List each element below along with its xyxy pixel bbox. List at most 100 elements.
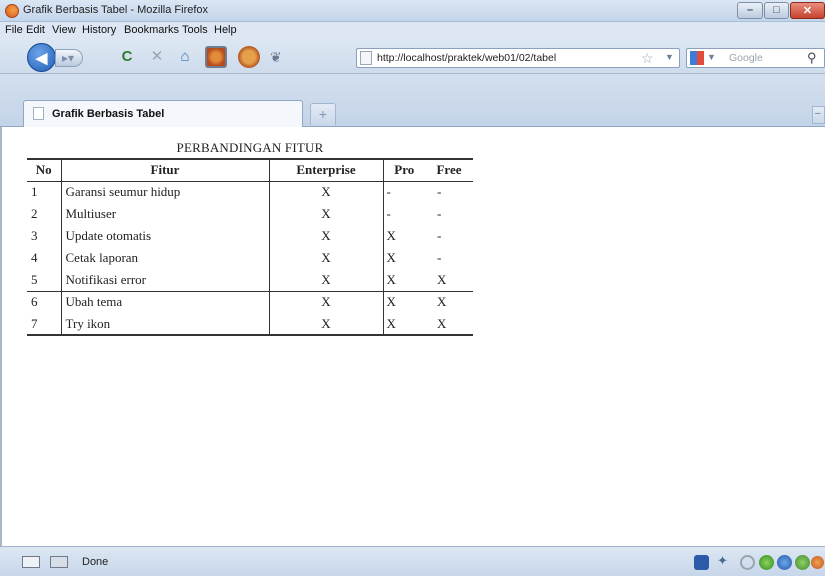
search-bar[interactable]: ▼ Google ⚲ (686, 48, 825, 68)
tab-scroll-button[interactable]: – (812, 106, 825, 124)
search-icon[interactable]: ⚲ (807, 50, 817, 66)
url-text[interactable]: http://localhost/praktek/web01/02/tabel (377, 52, 639, 64)
back-button[interactable]: ◀ (27, 43, 56, 72)
menu-view[interactable]: View (52, 24, 76, 36)
minimize-icon: – (746, 4, 754, 16)
minimize-button[interactable]: – (737, 2, 763, 19)
search-engine-icon[interactable] (690, 51, 704, 65)
table-row: 2 Multiuser X - - (27, 203, 473, 225)
cell-no: 3 (31, 228, 38, 243)
table-row: 7 Try ikon X X X (27, 313, 473, 335)
cell-enterprise: X (268, 291, 384, 313)
cell-enterprise: X (268, 203, 384, 225)
cell-fitur: Try ikon (60, 313, 269, 335)
table-header-row: No Fitur Enterprise Pro Free (27, 159, 473, 181)
cell-enterprise: X (268, 225, 384, 247)
back-arrow-icon: ◀ (35, 50, 48, 67)
cell-free: - (437, 184, 442, 200)
firefox-tray-icon[interactable] (811, 556, 824, 569)
forward-dropdown-icon: ▸▾ (62, 51, 75, 65)
page-content: PERBANDINGAN FITUR No Fitur Enterprise P… (0, 127, 825, 546)
extension-icon[interactable] (205, 46, 227, 68)
feed-icon[interactable]: ❦ (270, 49, 292, 71)
addon-tray-icon[interactable] (694, 555, 709, 570)
site-identity-icon[interactable] (360, 51, 372, 65)
cell-fitur: Multiuser (60, 203, 269, 225)
cell-enterprise: X (268, 269, 384, 291)
cell-free: - (437, 250, 442, 265)
shield-tray-icon[interactable] (795, 555, 810, 570)
cell-no: 4 (31, 250, 38, 265)
status-bar: Done ✦ (0, 546, 825, 576)
menu-file[interactable]: File (5, 24, 23, 36)
cell-pro: X (386, 315, 396, 331)
sync-tray-icon[interactable] (740, 555, 755, 570)
new-tab-button[interactable]: + (310, 103, 336, 125)
forward-button[interactable]: ▸▾ (55, 49, 83, 67)
bookmark-star-icon[interactable]: ☆ (641, 50, 654, 67)
cell-free: - (437, 228, 442, 243)
tools-tray-icon[interactable]: ✦ (717, 553, 732, 568)
cell-no: 6 (31, 294, 38, 310)
stop-icon[interactable]: ✕ (146, 49, 168, 65)
table-row: 5 Notifikasi error X X X (27, 269, 473, 291)
table-row: 3 Update otomatis X X - (27, 225, 473, 247)
header-no: No (35, 162, 52, 178)
page-icon (33, 107, 44, 120)
cell-fitur: Ubah tema (60, 291, 269, 313)
check-tray-icon[interactable] (759, 555, 774, 570)
screen-icon[interactable] (22, 556, 40, 568)
chevron-right-icon: – (815, 108, 821, 119)
menu-tools[interactable]: Tools (182, 24, 208, 36)
search-engine-dropdown-icon[interactable]: ▼ (707, 52, 716, 62)
status-text: Done (82, 556, 109, 568)
cell-pro: - (386, 206, 391, 221)
cell-pro: - (386, 184, 391, 200)
cell-fitur: Notifikasi error (60, 269, 269, 291)
cell-pro: X (386, 228, 396, 243)
power-tray-icon[interactable] (777, 555, 792, 570)
url-bar[interactable]: http://localhost/praktek/web01/02/tabel … (356, 48, 680, 68)
maximize-button[interactable]: □ (764, 2, 789, 19)
cell-pro: X (386, 271, 396, 287)
comparison-table: PERBANDINGAN FITUR No Fitur Enterprise P… (27, 138, 473, 336)
cell-free: X (437, 271, 447, 287)
table-caption: PERBANDINGAN FITUR (176, 140, 324, 155)
navigation-toolbar: ◀ ▸▾ C ✕ ⌂ ❦ http://localhost/praktek/we… (0, 40, 825, 74)
table-row: 4 Cetak laporan X X - (27, 247, 473, 269)
menu-bookmarks[interactable]: Bookmarks (124, 24, 179, 36)
table-row: 6 Ubah tema X X X (27, 291, 473, 313)
title-bar: Grafik Berbasis Tabel - Mozilla Firefox … (0, 0, 825, 22)
cell-free: X (437, 315, 447, 331)
tab-label: Grafik Berbasis Tabel (52, 108, 165, 120)
search-placeholder[interactable]: Google (729, 52, 763, 64)
cell-free: - (437, 206, 442, 221)
header-free: Free (436, 162, 462, 178)
close-button[interactable]: ✕ (790, 2, 825, 19)
menu-edit[interactable]: Edit (26, 24, 45, 36)
cell-pro: X (386, 250, 396, 265)
window-title: Grafik Berbasis Tabel - Mozilla Firefox (23, 4, 209, 16)
menu-help[interactable]: Help (214, 24, 237, 36)
firefox-logo-icon (5, 4, 19, 18)
cell-fitur: Cetak laporan (60, 247, 269, 269)
cell-fitur: Garansi seumur hidup (60, 181, 269, 203)
header-enterprise: Enterprise (268, 159, 384, 181)
panel-icon[interactable] (50, 556, 68, 568)
maximize-icon: □ (773, 4, 780, 16)
tab-grafik-berbasis-tabel[interactable]: Grafik Berbasis Tabel (23, 100, 303, 127)
cell-enterprise: X (268, 181, 384, 203)
addon-icon[interactable] (238, 46, 260, 68)
cell-free: X (437, 294, 447, 310)
reload-icon[interactable]: C (116, 49, 138, 65)
cell-no: 7 (31, 315, 38, 331)
menu-history[interactable]: History (82, 24, 116, 36)
cell-no: 5 (31, 271, 38, 287)
close-icon: ✕ (802, 5, 813, 17)
menu-bar: File Edit View History Bookmarks Tools H… (0, 22, 825, 40)
cell-enterprise: X (268, 313, 384, 335)
cell-fitur: Update otomatis (60, 225, 269, 247)
home-icon[interactable]: ⌂ (174, 49, 196, 65)
plus-icon: + (318, 106, 328, 122)
url-dropdown-icon[interactable]: ▼ (665, 52, 674, 62)
